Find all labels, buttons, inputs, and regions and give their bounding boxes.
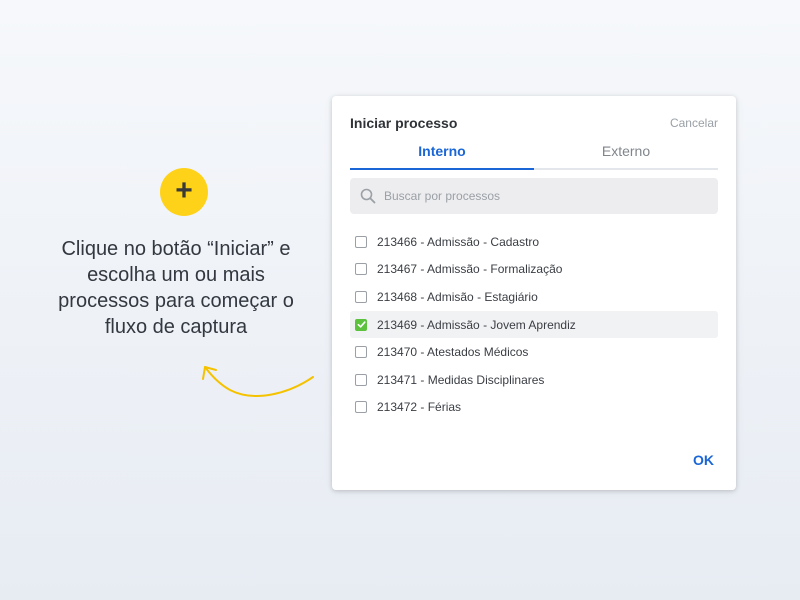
cancel-button[interactable]: Cancelar [670, 116, 718, 130]
process-item-213471[interactable]: 213471 - Medidas Disciplinares [350, 366, 718, 394]
search-icon [360, 188, 376, 204]
search-input[interactable] [384, 178, 718, 214]
process-label: 213468 - Admisão - Estagiário [377, 289, 538, 304]
tab-externo[interactable]: Externo [534, 142, 718, 168]
process-item-213470[interactable]: 213470 - Atestados Médicos [350, 338, 718, 366]
process-item-213469[interactable]: 213469 - Admissão - Jovem Aprendiz [350, 310, 718, 339]
plus-symbol: + [175, 174, 193, 207]
process-list: 213466 - Admissão - Cadastro 213467 - Ad… [350, 228, 718, 421]
process-label: 213467 - Admissão - Formalização [377, 262, 563, 277]
dialog-title: Iniciar processo [350, 115, 458, 131]
process-label: 213469 - Admissão - Jovem Aprendiz [377, 317, 576, 332]
tab-bar: Interno Externo [350, 142, 718, 170]
plus-icon: + [160, 168, 208, 216]
start-process-dialog: Iniciar processo Cancelar Interno Extern… [332, 96, 736, 490]
process-checkbox[interactable] [355, 290, 367, 303]
check-icon [357, 321, 366, 328]
ok-button[interactable]: OK [693, 452, 714, 468]
process-checkbox[interactable] [355, 401, 367, 414]
process-item-213467[interactable]: 213467 - Admissão - Formalização [350, 256, 718, 284]
curved-arrow-icon [202, 366, 314, 397]
process-checkbox[interactable] [355, 235, 367, 248]
process-label: 213466 - Admissão - Cadastro [377, 234, 540, 249]
process-checkbox[interactable] [355, 346, 367, 359]
process-label: 213472 - Férias [377, 400, 462, 415]
instruction-caption: Clique no botão “Iniciar” e escolha um o… [58, 238, 294, 338]
process-label: 213470 - Atestados Médicos [377, 345, 529, 360]
process-checkbox[interactable] [355, 263, 367, 276]
process-label: 213471 - Medidas Disciplinares [377, 372, 545, 387]
process-item-213466[interactable]: 213466 - Admissão - Cadastro [350, 228, 718, 256]
search-box [350, 178, 718, 214]
tab-interno[interactable]: Interno [350, 142, 534, 170]
process-item-213468[interactable]: 213468 - Admisão - Estagiário [350, 283, 718, 311]
dialog-header: Iniciar processo Cancelar [350, 114, 718, 132]
process-checkbox[interactable] [355, 373, 367, 386]
process-checkbox[interactable] [355, 318, 367, 331]
process-item-213472[interactable]: 213472 - Férias [350, 394, 718, 422]
